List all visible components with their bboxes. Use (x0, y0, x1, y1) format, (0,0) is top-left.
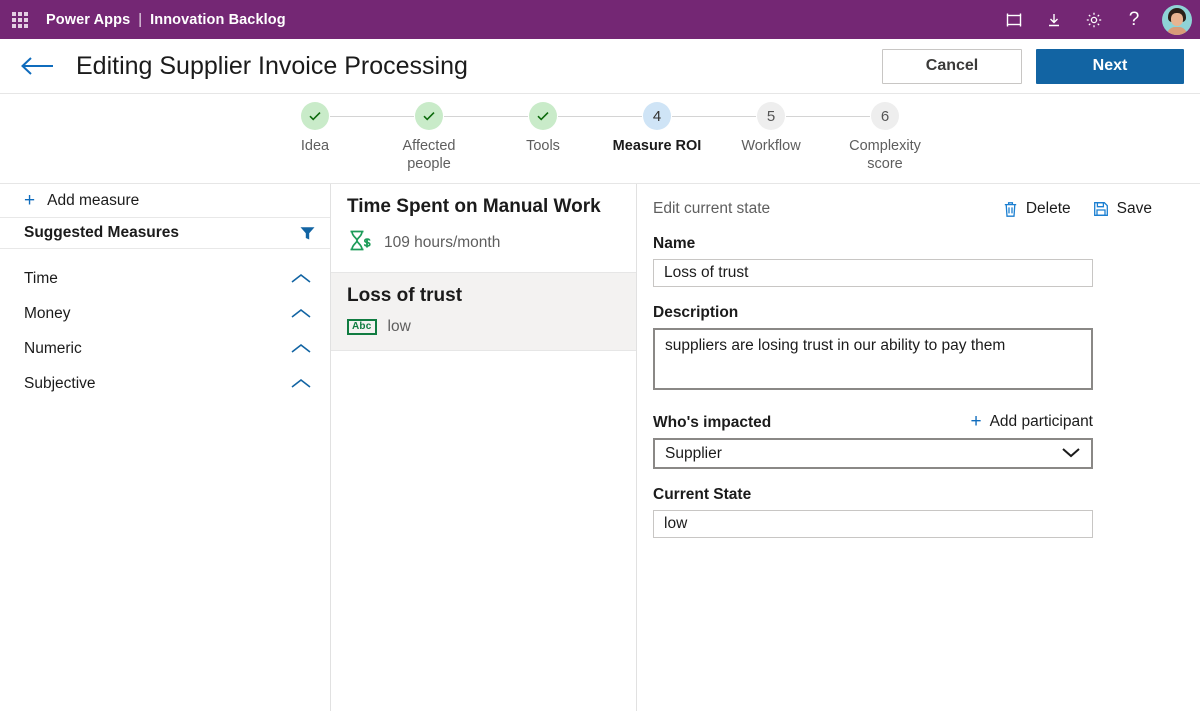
measure-title: Loss of trust (347, 284, 463, 306)
step-connector (672, 116, 756, 117)
list-item[interactable]: Loss of trust Abc low (331, 272, 636, 351)
add-participant-button[interactable]: + Add participant (970, 412, 1093, 431)
suite-bar-actions: ? (996, 2, 1192, 38)
suite-bar: Power Apps | Innovation Backlog ? (0, 0, 1200, 39)
measures-sidebar: + Add measure Suggested Measures Time Mo… (0, 184, 331, 711)
step-workflow[interactable]: 5 Workflow (714, 102, 870, 156)
step-circle-done (415, 102, 443, 130)
step-label: Complexity score (849, 138, 921, 172)
step-connector (558, 116, 642, 117)
list-item[interactable]: Time Spent on Manual Work 109 hours/mont… (331, 184, 636, 273)
back-arrow-icon[interactable] (20, 55, 54, 77)
name-field-label: Name (653, 235, 696, 252)
plus-icon: + (24, 190, 36, 211)
suggested-measures-header: Suggested Measures (0, 218, 330, 249)
sidebar-item-time[interactable]: Time (0, 261, 330, 296)
help-label: ? (1128, 9, 1140, 30)
sidebar-item-subjective[interactable]: Subjective (0, 366, 330, 401)
chevron-up-icon[interactable] (290, 272, 312, 285)
step-label: Measure ROI (612, 138, 702, 154)
avatar[interactable] (1162, 4, 1192, 35)
gear-icon[interactable] (1076, 2, 1112, 38)
chevron-up-icon[interactable] (290, 377, 312, 390)
step-circle-todo: 6 (871, 102, 899, 130)
category-label: Money (24, 304, 71, 322)
abc-text-icon: Abc (347, 318, 377, 335)
step-affected-people[interactable]: Affected people (372, 102, 528, 173)
current-state-input[interactable] (653, 510, 1093, 538)
impacted-field-label: Who's impacted (653, 414, 772, 431)
plus-icon: + (970, 411, 982, 432)
save-button[interactable]: Save (1093, 200, 1152, 218)
chevron-up-icon[interactable] (290, 307, 312, 320)
step-label: Idea (300, 138, 330, 154)
add-measure-label: Add measure (47, 191, 140, 209)
impacted-label-row: Who's impacted + Add participant (653, 412, 1093, 432)
page-title: Editing Supplier Invoice Processing (76, 51, 468, 80)
main-content: + Add measure Suggested Measures Time Mo… (0, 184, 1200, 711)
measure-value-row: Abc low (347, 318, 620, 336)
next-button[interactable]: Next (1036, 48, 1184, 84)
detail-header: Edit current state Delete Save (653, 200, 1200, 218)
step-complexity-score[interactable]: 6 Complexity score (828, 102, 942, 173)
chevron-up-icon[interactable] (290, 342, 312, 355)
step-connector (786, 116, 870, 117)
participant-select-wrap: Supplier (653, 438, 1093, 469)
step-circle-done (301, 102, 329, 130)
step-connector (330, 116, 414, 117)
delete-label: Delete (1025, 200, 1071, 217)
measure-category-list: Time Money Numeric Subjective (0, 249, 330, 401)
step-tools[interactable]: Tools (486, 102, 642, 156)
name-input[interactable] (653, 259, 1093, 287)
measure-list: Time Spent on Manual Work 109 hours/mont… (331, 184, 637, 711)
suggested-measures-label: Suggested Measures (24, 224, 180, 241)
add-participant-label: Add participant (989, 412, 1093, 430)
category-label: Numeric (24, 339, 82, 357)
detail-actions: Delete Save (1003, 200, 1152, 218)
step-circle-todo: 5 (757, 102, 785, 130)
avatar-body (1167, 26, 1187, 35)
edit-current-state-label: Edit current state (653, 200, 771, 217)
step-circle-current: 4 (643, 102, 671, 130)
suite-brand: Power Apps | Innovation Backlog (46, 12, 286, 28)
delete-button[interactable]: Delete (1003, 200, 1071, 218)
app-launcher-icon[interactable] (6, 6, 34, 34)
measure-detail-panel: Edit current state Delete Save Name Desc (637, 184, 1200, 711)
measure-value: low (387, 317, 411, 335)
filter-icon[interactable] (299, 225, 316, 242)
command-bar: Editing Supplier Invoice Processing Canc… (0, 39, 1200, 94)
description-textarea[interactable]: suppliers are losing trust in our abilit… (653, 328, 1093, 390)
frame-icon[interactable] (996, 2, 1032, 38)
brand-separator: | (138, 11, 143, 28)
measure-value-row: 109 hours/month (347, 229, 620, 258)
app-name[interactable]: Innovation Backlog (150, 12, 286, 28)
command-bar-actions: Cancel Next (882, 48, 1184, 84)
current-state-field-label: Current State (653, 486, 752, 503)
step-measure-roi[interactable]: 4 Measure ROI (600, 102, 756, 156)
step-idea[interactable]: Idea (258, 102, 414, 156)
step-label: Tools (526, 138, 560, 154)
download-icon[interactable] (1036, 2, 1072, 38)
category-label: Time (24, 269, 58, 287)
measure-value: 109 hours/month (384, 234, 501, 252)
hourglass-dollar-icon (347, 229, 373, 258)
step-label: Affected people (402, 138, 456, 172)
participant-select[interactable]: Supplier (653, 438, 1093, 469)
product-name[interactable]: Power Apps (46, 12, 130, 28)
add-measure-button[interactable]: + Add measure (0, 184, 330, 218)
sidebar-item-money[interactable]: Money (0, 296, 330, 331)
save-label: Save (1116, 200, 1152, 217)
avatar-face (1171, 12, 1183, 26)
sidebar-item-numeric[interactable]: Numeric (0, 331, 330, 366)
help-icon[interactable]: ? (1116, 2, 1152, 38)
description-field-label: Description (653, 304, 739, 321)
measure-title: Time Spent on Manual Work (347, 196, 601, 217)
wizard-stepper: Idea Affected people Tools 4 Measure ROI… (0, 94, 1200, 184)
step-connector (444, 116, 528, 117)
category-label: Subjective (24, 374, 96, 392)
cancel-button[interactable]: Cancel (882, 48, 1022, 84)
step-label: Workflow (741, 138, 801, 154)
step-circle-done (529, 102, 557, 130)
